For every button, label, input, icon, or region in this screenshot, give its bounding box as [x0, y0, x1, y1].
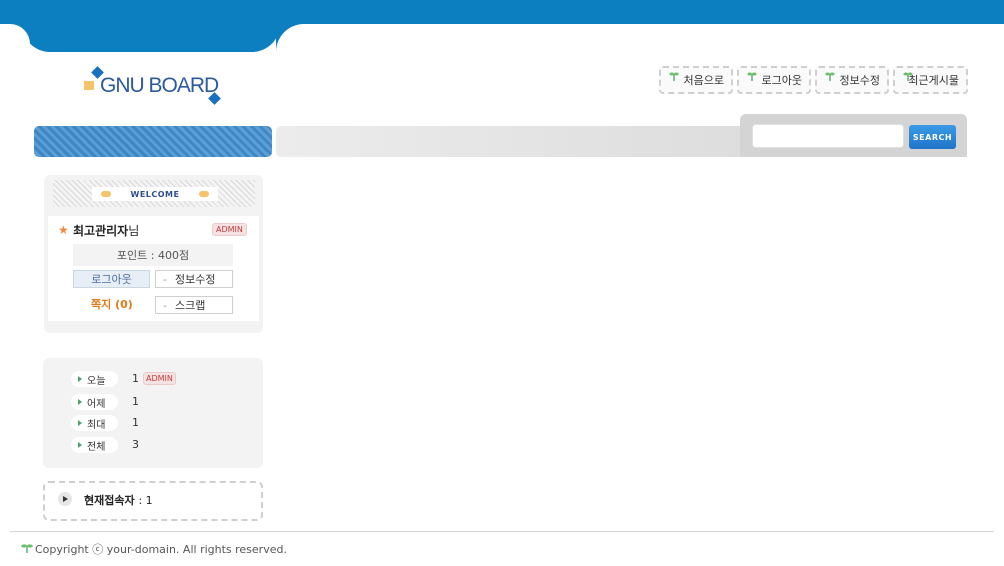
pill-decoration-icon	[199, 191, 210, 197]
play-arrow-icon	[58, 492, 72, 506]
star-icon: ★	[58, 223, 69, 237]
top-banner-corner-left	[0, 24, 30, 52]
visit-label-today: 오늘	[71, 371, 118, 387]
logo-text: GNU BOARD	[100, 74, 219, 97]
visit-value-total: 3	[132, 438, 139, 451]
user-name-text: 최고관리자	[73, 224, 129, 238]
topmenu-label: 로그아웃	[761, 74, 802, 87]
admin-badge[interactable]: ADMIN	[143, 372, 176, 385]
welcome-label: WELCOME	[92, 187, 218, 201]
sprout-icon	[21, 544, 33, 553]
edit-info-label: 정보수정	[174, 273, 216, 286]
topmenu-logout-button[interactable]: 로그아웃	[737, 66, 811, 94]
topmenu-recent-posts-button[interactable]: 최근게시물	[893, 66, 968, 94]
sprout-icon	[669, 72, 679, 81]
visit-label-text: 최대	[87, 419, 106, 431]
dash: -	[163, 272, 167, 286]
topmenu-label: 처음으로	[683, 74, 724, 87]
visit-value-today: 1	[132, 372, 139, 385]
sprout-icon	[825, 72, 835, 81]
logout-button[interactable]: 로그아웃	[73, 270, 150, 288]
visit-label-text: 오늘	[87, 375, 106, 387]
sprout-icon	[903, 72, 913, 81]
visit-label-text: 어제	[87, 398, 106, 410]
edit-info-button[interactable]: - 정보수정	[155, 270, 233, 288]
scrap-label: 스크랩	[174, 299, 206, 312]
user-name-suffix: 님	[128, 224, 140, 238]
logo-square-icon	[84, 81, 94, 90]
connect-count: : 1	[138, 494, 153, 507]
topmenu-home-button[interactable]: 처음으로	[659, 66, 733, 94]
welcome-text: WELCOME	[130, 189, 180, 199]
current-connect-box[interactable]	[43, 481, 263, 521]
top-banner-tab	[22, 14, 280, 52]
dash: -	[163, 298, 167, 312]
current-connect-text[interactable]: 현재접속자 : 1	[84, 492, 153, 508]
user-name: 최고관리자님	[73, 222, 139, 239]
topmenu-label: 최근게시물	[908, 74, 959, 87]
visit-label-yesterday: 어제	[71, 394, 118, 410]
topmenu-edit-info-button[interactable]: 정보수정	[815, 66, 889, 94]
copyright-text: Copyright ⓒ your-domain. All rights rese…	[35, 543, 287, 556]
search-button[interactable]: SEARCH	[909, 125, 956, 149]
footer-divider	[10, 531, 994, 532]
top-banner-corner-right	[276, 24, 316, 52]
user-points: 포인트 : 400점	[73, 244, 233, 266]
topmenu-label: 정보수정	[839, 74, 880, 87]
connect-label: 현재접속자	[84, 494, 135, 507]
visit-label-max: 최대	[71, 415, 118, 431]
visit-label-text: 전체	[87, 441, 106, 453]
visit-value-yesterday: 1	[132, 395, 139, 408]
admin-badge[interactable]: ADMIN	[212, 223, 247, 236]
scrap-button[interactable]: - 스크랩	[155, 296, 233, 314]
visit-value-max: 1	[132, 416, 139, 429]
site-logo[interactable]: GNU BOARD	[84, 66, 224, 110]
search-input[interactable]	[752, 124, 904, 148]
memo-link[interactable]: 쪽지 (0)	[91, 296, 133, 312]
sprout-icon	[747, 72, 757, 81]
pill-decoration-icon	[100, 191, 111, 197]
nav-stripe-banner	[34, 126, 272, 157]
visit-label-total: 전체	[71, 437, 118, 453]
